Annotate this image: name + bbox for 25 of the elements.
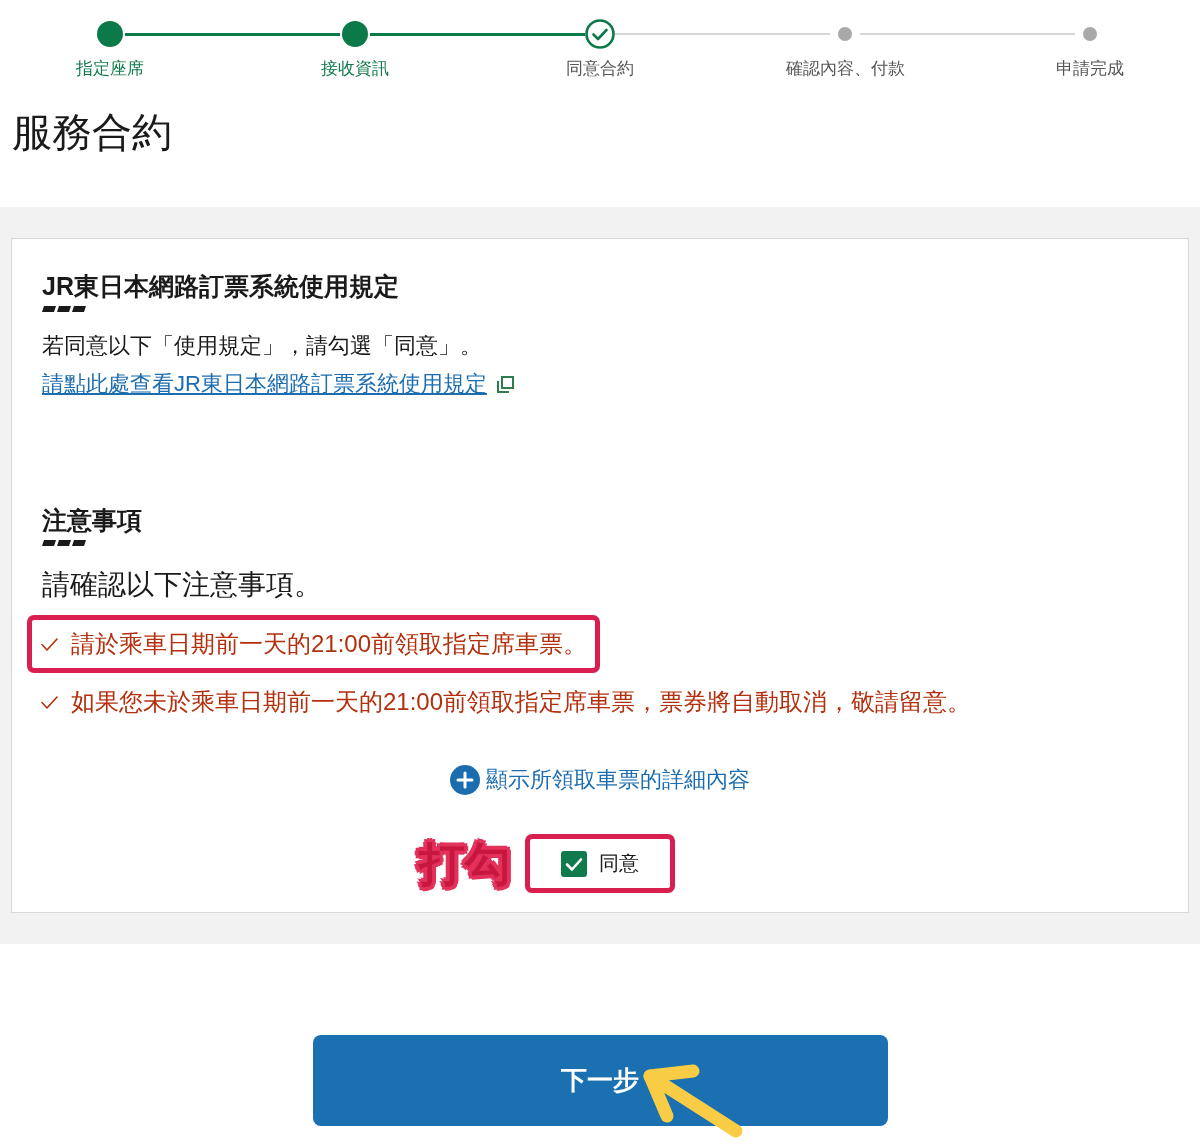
external-link-icon (496, 375, 514, 393)
notice-text: 請於乘車日期前一天的21:00前領取指定席車票。 (71, 629, 588, 659)
plus-circle-icon (450, 765, 480, 795)
section-heading: JR東日本網路訂票系統使用規定 (42, 271, 399, 302)
checkbox-label: 同意 (599, 851, 639, 876)
next-button[interactable]: 下一步 (312, 1035, 888, 1126)
annotation-label: 打勾 (419, 836, 511, 891)
dashes-icon (42, 306, 86, 312)
step-label: 指定座席 (76, 58, 144, 80)
highlight-frame[interactable]: 同意 (525, 834, 675, 893)
step-label: 接收資訊 (321, 58, 389, 80)
step-label: 申請完成 (1056, 58, 1124, 80)
section-heading: 注意事項 (42, 505, 142, 536)
checkbox[interactable] (561, 850, 587, 877)
dashes-icon (42, 540, 86, 546)
terms-link[interactable]: 請點此處查看JR東日本網路訂票系統使用規定 (42, 369, 487, 399)
check-icon (41, 637, 58, 651)
step-label: 確認內容、付款 (785, 58, 905, 80)
step-label: 同意合約 (566, 58, 634, 80)
instruction-text: 若同意以下「使用規定」，請勾選「同意」。 (42, 332, 482, 360)
notice-intro: 請確認以下注意事項。 (42, 568, 322, 602)
details-toggle[interactable]: 顯示所領取車票的詳細內容 (450, 765, 750, 795)
notice-text: 如果您未於乘車日期前一天的21:00前領取指定席車票，票券將自動取消，敬請留意。 (71, 687, 972, 717)
check-icon (41, 695, 58, 709)
page-title: 服務合約 (12, 109, 172, 156)
